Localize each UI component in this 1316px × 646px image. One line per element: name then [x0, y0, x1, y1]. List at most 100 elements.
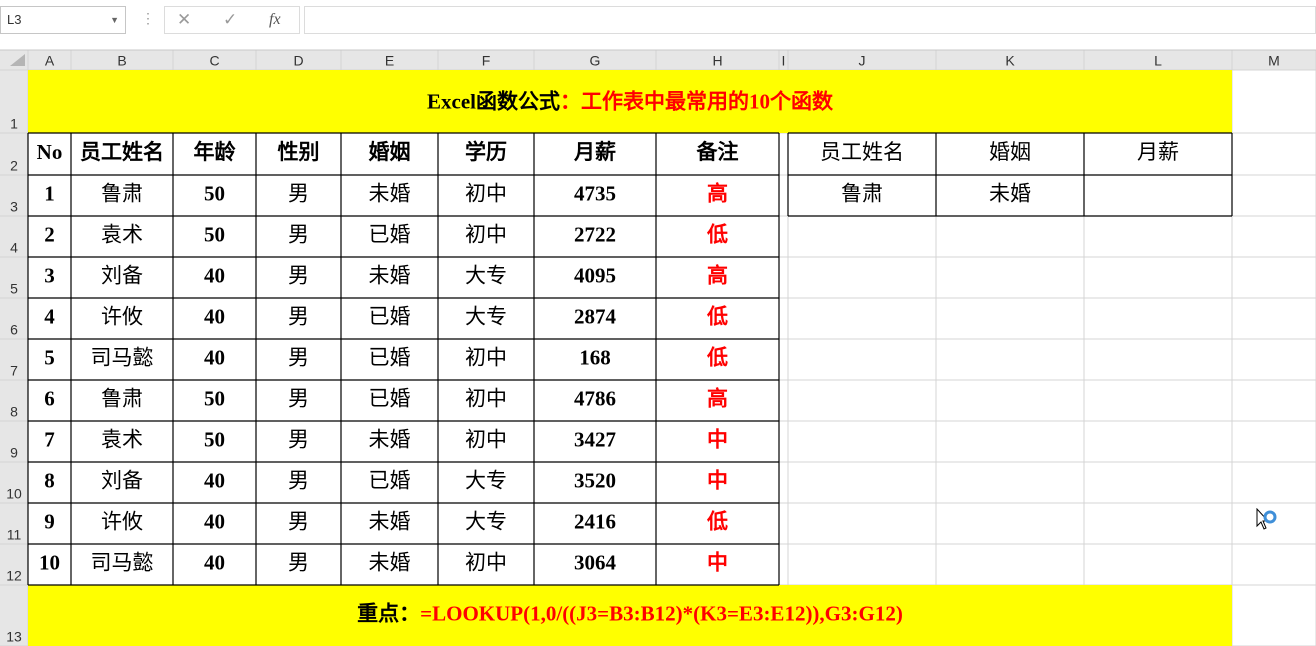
column-header-e[interactable]: E: [385, 53, 394, 69]
row-header-1[interactable]: 1: [10, 116, 18, 132]
row-header-13[interactable]: 13: [6, 629, 22, 645]
spreadsheet-grid[interactable]: A B C D E F G H I J K L M12345678910111213Excel函数公式：…: [0, 0, 1316, 646]
column-header-a[interactable]: A: [45, 53, 55, 69]
row-header-7[interactable]: 7: [10, 363, 18, 379]
table-cell: 50: [204, 222, 225, 246]
lookup-value-cell: 未婚: [989, 181, 1031, 205]
table-cell: 40: [204, 468, 225, 492]
table-cell: 高: [707, 386, 728, 410]
column-header-f[interactable]: F: [482, 53, 491, 69]
table-cell: 男: [288, 345, 309, 369]
table-cell: 6: [44, 386, 55, 410]
table-cell: 男: [288, 181, 309, 205]
table-cell: 初中: [465, 427, 507, 451]
table-header-cell: 年龄: [194, 140, 237, 164]
lookup-header-cell: 月薪: [1137, 140, 1179, 164]
table-cell: 许攸: [101, 509, 143, 533]
column-header-c[interactable]: C: [209, 53, 219, 69]
column-header-l[interactable]: L: [1154, 53, 1162, 69]
table-header-cell: 婚姻: [369, 140, 411, 164]
table-header-cell: 性别: [278, 140, 320, 164]
column-header-i[interactable]: I: [782, 53, 786, 69]
row-header-10[interactable]: 10: [6, 486, 22, 502]
table-cell: 2722: [574, 222, 616, 246]
table-cell: 男: [288, 222, 309, 246]
table-cell: 4: [44, 304, 55, 328]
table-cell: 男: [288, 468, 309, 492]
lookup-value-cell: 鲁肃: [841, 181, 883, 205]
table-cell: 50: [204, 386, 225, 410]
table-cell: 10: [39, 550, 60, 574]
table-cell: 大专: [465, 263, 507, 287]
table-cell: 低: [706, 345, 728, 369]
table-cell: 鲁肃: [101, 386, 143, 410]
table-cell: 低: [706, 509, 728, 533]
table-cell: 40: [204, 263, 225, 287]
column-header-m[interactable]: M: [1268, 53, 1280, 69]
table-cell: 5: [44, 345, 55, 369]
table-cell: 袁术: [101, 427, 143, 451]
table-cell: 初中: [465, 550, 507, 574]
table-cell: 8: [44, 468, 55, 492]
column-header-g[interactable]: G: [590, 53, 601, 69]
row-header-12[interactable]: 12: [6, 568, 22, 584]
table-cell: 初中: [465, 345, 507, 369]
table-cell: 司马懿: [91, 550, 154, 574]
table-cell: 男: [288, 386, 309, 410]
table-cell: 男: [288, 427, 309, 451]
table-cell: 未婚: [369, 263, 411, 287]
table-cell: 男: [288, 550, 309, 574]
table-cell: 40: [204, 304, 225, 328]
table-cell: 高: [707, 181, 728, 205]
table-header-cell: 学历: [465, 140, 507, 164]
table-cell: 3: [44, 263, 55, 287]
lookup-header-cell: 婚姻: [989, 140, 1031, 164]
table-cell: 许攸: [101, 304, 143, 328]
row-header-bar: [0, 70, 28, 646]
table-cell: 40: [204, 550, 225, 574]
table-cell: 3520: [574, 468, 616, 492]
table-cell: 40: [204, 345, 225, 369]
loading-cursor-icon: [1256, 507, 1280, 541]
row-header-9[interactable]: 9: [10, 445, 18, 461]
row-header-5[interactable]: 5: [10, 281, 18, 297]
table-cell: 已婚: [369, 468, 411, 492]
footer-formula: =LOOKUP(1,0/((J3=B3:B12)*(K3=E3:E12)),G3…: [420, 601, 903, 625]
table-header-cell: 备注: [696, 140, 739, 164]
table-cell: 中: [707, 550, 728, 574]
column-header-bar: [0, 50, 1316, 70]
table-cell: 4786: [574, 386, 616, 410]
column-header-k[interactable]: K: [1005, 53, 1015, 69]
table-cell: 3064: [574, 550, 617, 574]
column-header-h[interactable]: H: [712, 53, 722, 69]
table-cell: 大专: [465, 304, 507, 328]
table-cell: 未婚: [369, 509, 411, 533]
column-header-j[interactable]: J: [859, 53, 866, 69]
table-cell: 1: [44, 181, 55, 205]
table-cell: 2874: [574, 304, 617, 328]
title-colon: ：: [560, 89, 581, 113]
row-header-6[interactable]: 6: [10, 322, 18, 338]
table-cell: 刘备: [101, 468, 143, 492]
row-header-8[interactable]: 8: [10, 404, 18, 420]
row-header-3[interactable]: 3: [10, 199, 18, 215]
row-header-4[interactable]: 4: [10, 240, 18, 256]
table-cell: 男: [288, 263, 309, 287]
table-cell: 中: [707, 468, 728, 492]
table-cell: 初中: [465, 386, 507, 410]
table-cell: 已婚: [369, 304, 411, 328]
table-cell: 168: [579, 345, 611, 369]
table-cell: 9: [44, 509, 55, 533]
table-cell: 中: [707, 427, 728, 451]
table-cell: 初中: [465, 181, 507, 205]
lookup-header-cell: 员工姓名: [820, 140, 904, 164]
table-header-cell: No: [37, 140, 63, 164]
column-header-d[interactable]: D: [293, 53, 303, 69]
row-header-11[interactable]: 11: [7, 527, 22, 543]
table-cell: 男: [288, 304, 309, 328]
table-cell: 袁术: [101, 222, 143, 246]
column-header-b[interactable]: B: [117, 53, 126, 69]
table-cell: 3427: [574, 427, 616, 451]
row-header-2[interactable]: 2: [10, 158, 18, 174]
table-cell: 4095: [574, 263, 616, 287]
